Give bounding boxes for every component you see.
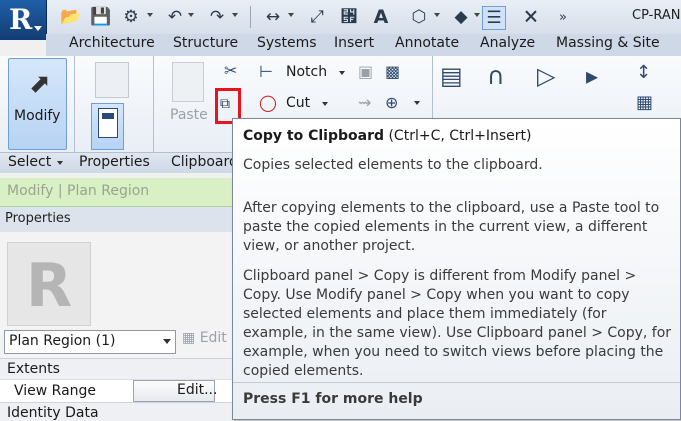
split-face-icon[interactable]: ⇝ [358,93,371,112]
tab-massing-site[interactable]: Massing & Site [556,35,660,51]
category-label: Identity Data [7,405,99,421]
3d-view-icon[interactable]: ⬡ [408,6,430,28]
category-row-identity-data[interactable]: Identity Data [0,402,232,421]
tooltip-summary: Copies selected elements to the clipboar… [243,157,543,173]
demolish-icon[interactable]: ⊕ [385,93,398,112]
revit-logo-icon: R [26,251,73,321]
notch-label[interactable]: Notch [286,64,327,80]
tooltip-title: Copy to Clipboard [243,128,385,144]
modify-button[interactable]: ⬈ Modify [8,58,67,150]
copy-to-clipboard-tooltip: Copy to Clipboard (Ctrl+C, Ctrl+Insert) … [232,118,681,420]
array-icon[interactable]: ▦ [636,92,653,113]
tab-systems[interactable]: Systems [257,35,317,51]
align-icon[interactable]: ▤ [440,62,463,90]
properties-palette-header: Properties [0,207,232,233]
tooltip-divider [233,382,680,383]
context-label: Modify | Plan Region [7,183,150,199]
chevron-down-icon[interactable] [147,13,153,17]
category-label: Extents [7,361,60,377]
chevron-down-icon[interactable] [232,13,238,17]
properties-title: Properties [5,211,71,226]
paste-label[interactable]: Paste [170,107,208,123]
tooltip-shortcut: (Ctrl+C, Ctrl+Insert) [388,128,532,144]
modify-label: Modify [14,108,61,124]
tab-analyze[interactable]: Analyze [480,35,535,51]
chevron-down-icon [163,339,171,344]
tooltip-paragraph-2: Clipboard panel > Copy is different from… [243,268,672,379]
revit-logo-icon: R [9,3,33,36]
chevron-down-icon[interactable] [474,13,480,17]
chevron-down-icon [34,26,42,31]
join-icon[interactable]: ▣ [358,62,373,81]
sync-icon[interactable]: ⚙ [120,6,142,28]
undo-icon[interactable]: ↶ [164,6,186,28]
cut-label[interactable]: Cut [286,95,310,111]
thin-lines-icon[interactable]: ☰ [482,6,506,30]
category-row-extents[interactable]: Extents [0,358,232,379]
chevron-down-icon[interactable] [414,101,420,105]
mirror-axis-icon[interactable]: ▷ [537,62,555,90]
tag-icon[interactable]: ⑟ [338,6,360,28]
cut-scissors-icon[interactable]: ✂ [224,61,237,80]
close-hidden-icon[interactable]: 🗙 [520,6,542,28]
chevron-down-icon[interactable] [322,102,328,106]
properties-icon [98,108,118,138]
tooltip-paragraph-1: After copying elements to the clipboard,… [243,200,660,254]
view-range-edit-button[interactable]: Edit... [133,380,218,402]
paste-icon[interactable] [172,62,204,102]
edit-type-button[interactable]: ▦ Edit [182,330,227,346]
notch-icon[interactable]: ⊢ [259,62,273,81]
type-preview-image: R [7,242,91,326]
offset-icon[interactable]: ∩ [487,62,505,90]
chevron-down-icon[interactable] [288,13,294,17]
type-selector-value: Plan Region (1) [9,333,116,349]
tooltip-help-text: Press F1 for more help [243,391,423,407]
chevron-down-icon[interactable] [434,13,440,17]
context-tab-bar: Modify | Plan Region [0,178,232,207]
cut-geometry-icon[interactable]: ◯ [259,93,277,112]
chevron-down-icon[interactable] [57,161,63,165]
edit-type-label: Edit [199,330,227,346]
panel-title-properties: Properties [79,154,150,170]
tooltip-title-line: Copy to Clipboard (Ctrl+C, Ctrl+Insert) [243,128,532,144]
tab-architecture[interactable]: Architecture [69,35,155,51]
paint-icon[interactable]: ▩ [385,62,400,81]
save-icon[interactable]: 💾 [90,6,112,28]
ribbon-tab-bar: Architecture Structure Systems Insert An… [46,34,681,57]
chevron-down-icon[interactable] [188,13,194,17]
tab-insert[interactable]: Insert [334,35,374,51]
copy-icon: ⧉ [220,96,230,112]
dimension-icon[interactable]: ⤢ [306,6,328,28]
edit-button-label: Edit... [177,382,218,398]
application-menu-button[interactable]: R [0,0,47,40]
measure-icon[interactable]: ↔ [262,6,284,28]
chevron-down-icon[interactable] [339,71,345,75]
redo-icon[interactable]: ↷ [206,6,228,28]
property-label: View Range [14,383,97,399]
tab-structure[interactable]: Structure [173,35,238,51]
move-icon[interactable]: ↕ [636,62,651,83]
type-selector-dropdown[interactable]: Plan Region (1) [4,330,176,354]
section-icon[interactable]: ◆ [450,6,472,28]
text-icon[interactable]: A [370,6,392,28]
toolbar-divider [250,6,251,28]
panel-title-select[interactable]: Select [8,154,51,170]
type-properties-icon[interactable] [95,62,129,98]
properties-button[interactable] [91,103,124,150]
panel-title-clipboard: Clipboard [171,154,238,170]
mirror-draw-icon[interactable]: ▸ [586,62,598,90]
window-title: CP-RAN [632,8,681,23]
expand-toolbar-icon[interactable]: » [552,6,574,28]
edit-type-icon: ▦ [182,330,200,346]
tab-annotate[interactable]: Annotate [395,35,459,51]
cursor-arrow-icon: ⬈ [29,69,51,99]
open-icon[interactable]: 📂 [60,6,82,28]
